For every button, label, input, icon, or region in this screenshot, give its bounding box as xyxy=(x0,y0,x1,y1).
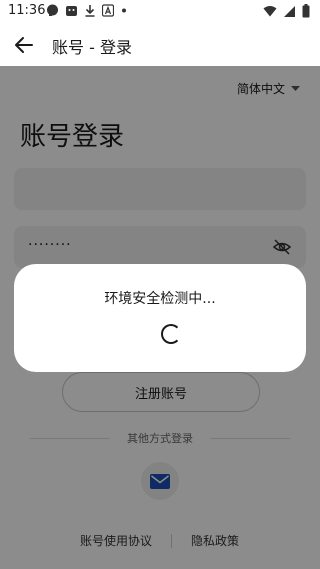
battery-icon xyxy=(302,4,310,22)
wifi-icon xyxy=(263,5,277,22)
app-bar-title: 账号 - 登录 xyxy=(52,38,132,57)
dot-icon xyxy=(120,4,128,21)
status-time: 11:36 xyxy=(8,3,46,18)
notification-icons xyxy=(46,4,128,21)
dialog-message: 环境安全检测中... xyxy=(104,291,216,307)
a-icon xyxy=(101,4,115,21)
app-bar: 账号 - 登录 xyxy=(0,24,320,66)
signal-icon xyxy=(283,5,296,22)
security-check-dialog: 环境安全检测中... xyxy=(14,264,306,372)
system-icons xyxy=(263,4,310,22)
loading-spinner-icon xyxy=(161,324,181,344)
chat-bubble-icon xyxy=(46,4,59,21)
download-icon xyxy=(84,4,96,21)
app-notification-icon xyxy=(65,4,78,21)
back-button[interactable] xyxy=(12,33,36,57)
status-bar: 11:36 xyxy=(0,0,320,24)
arrow-left-icon xyxy=(15,37,33,53)
